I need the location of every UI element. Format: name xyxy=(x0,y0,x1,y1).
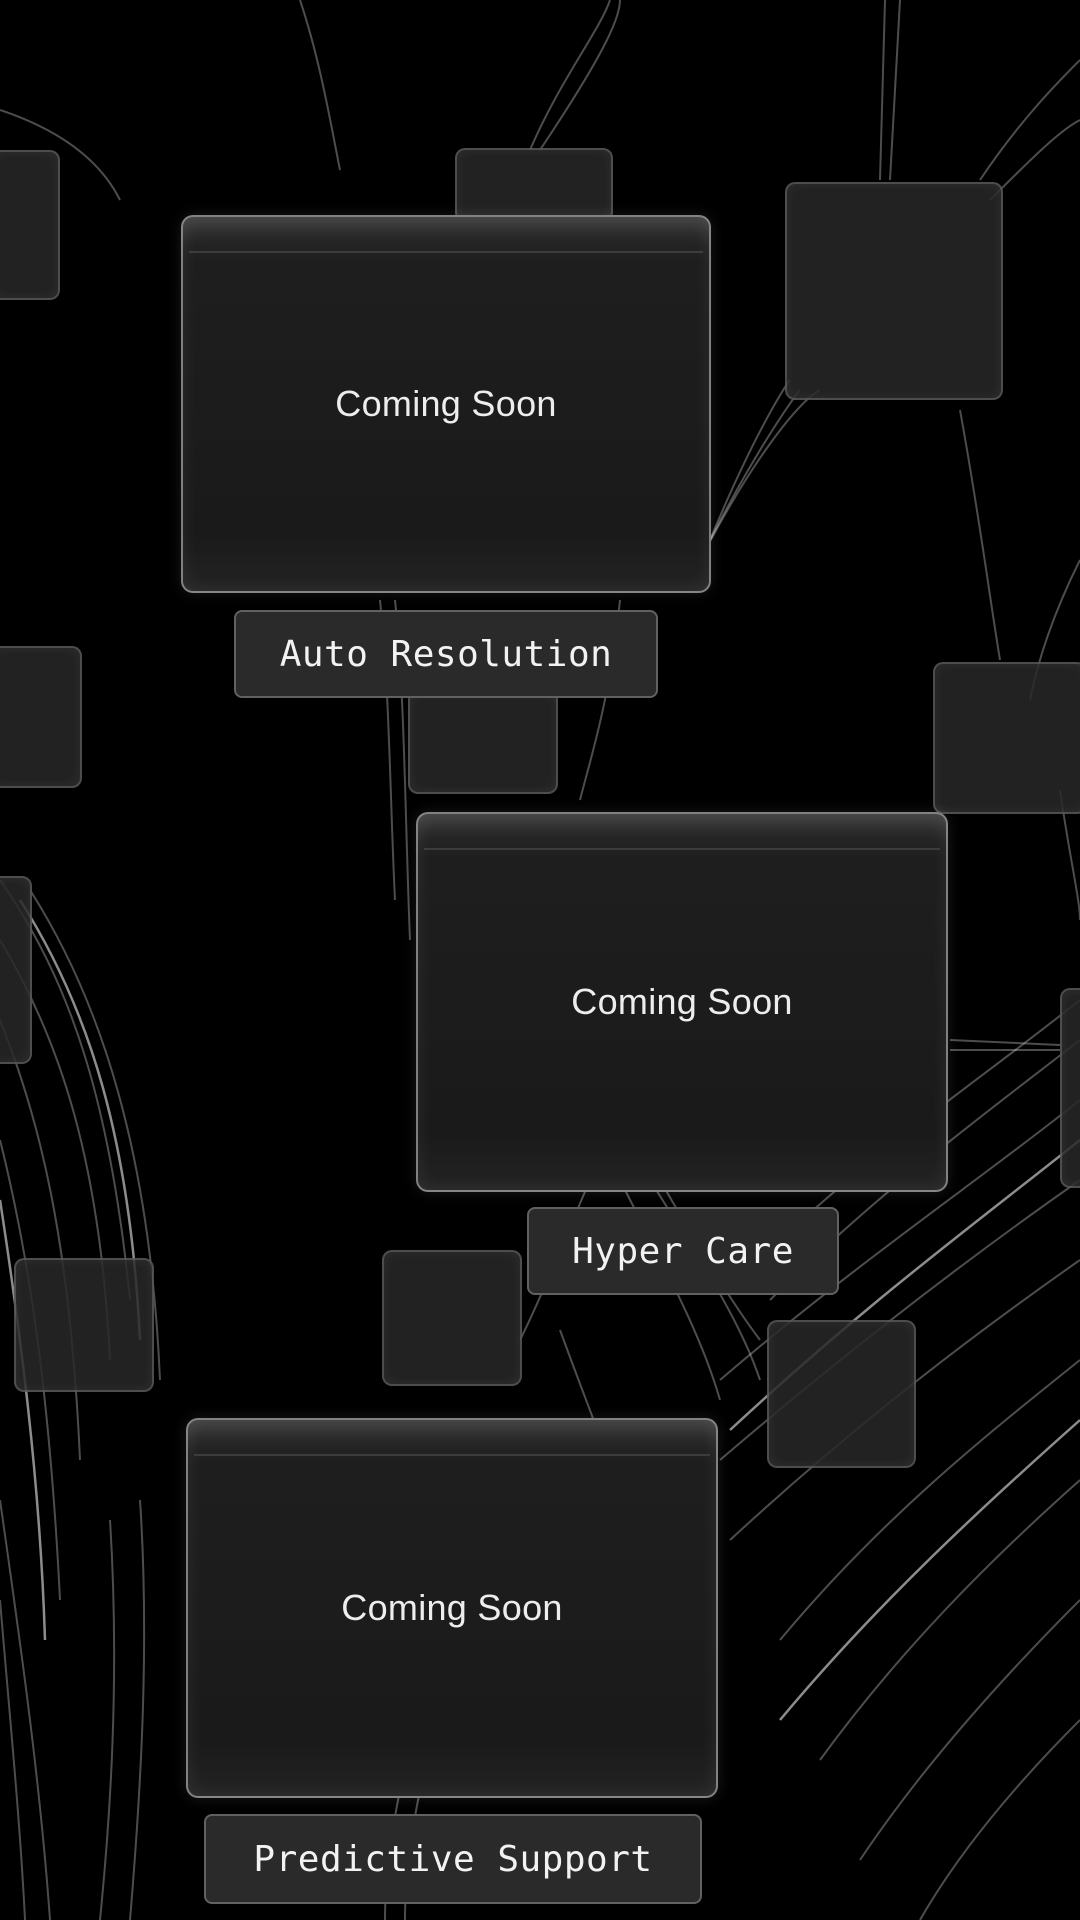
background-cube xyxy=(1060,988,1080,1188)
feature-card-hyper-care: Coming Soon xyxy=(416,812,948,1192)
feature-label-hyper-care: Hyper Care xyxy=(527,1207,839,1295)
background-cube xyxy=(14,1258,154,1392)
coming-soon-text: Coming Soon xyxy=(571,981,793,1022)
background-cube xyxy=(455,148,613,222)
background-cube xyxy=(382,1250,522,1386)
background-cube xyxy=(933,662,1080,814)
feature-card-predictive-support: Coming Soon xyxy=(186,1418,718,1798)
feature-label-predictive-support: Predictive Support xyxy=(204,1814,702,1904)
background-cube xyxy=(785,182,1003,400)
feature-label-auto-resolution: Auto Resolution xyxy=(234,610,658,698)
coming-soon-text: Coming Soon xyxy=(341,1587,563,1628)
background-cube xyxy=(0,150,60,300)
feature-scene: Coming Soon Auto Resolution Coming Soon … xyxy=(0,0,1080,1920)
background-cube xyxy=(767,1320,916,1468)
feature-card-auto-resolution: Coming Soon xyxy=(181,215,711,593)
background-cube xyxy=(0,876,32,1064)
coming-soon-text: Coming Soon xyxy=(335,383,557,424)
background-cube xyxy=(0,646,82,788)
background-cube xyxy=(408,690,558,794)
